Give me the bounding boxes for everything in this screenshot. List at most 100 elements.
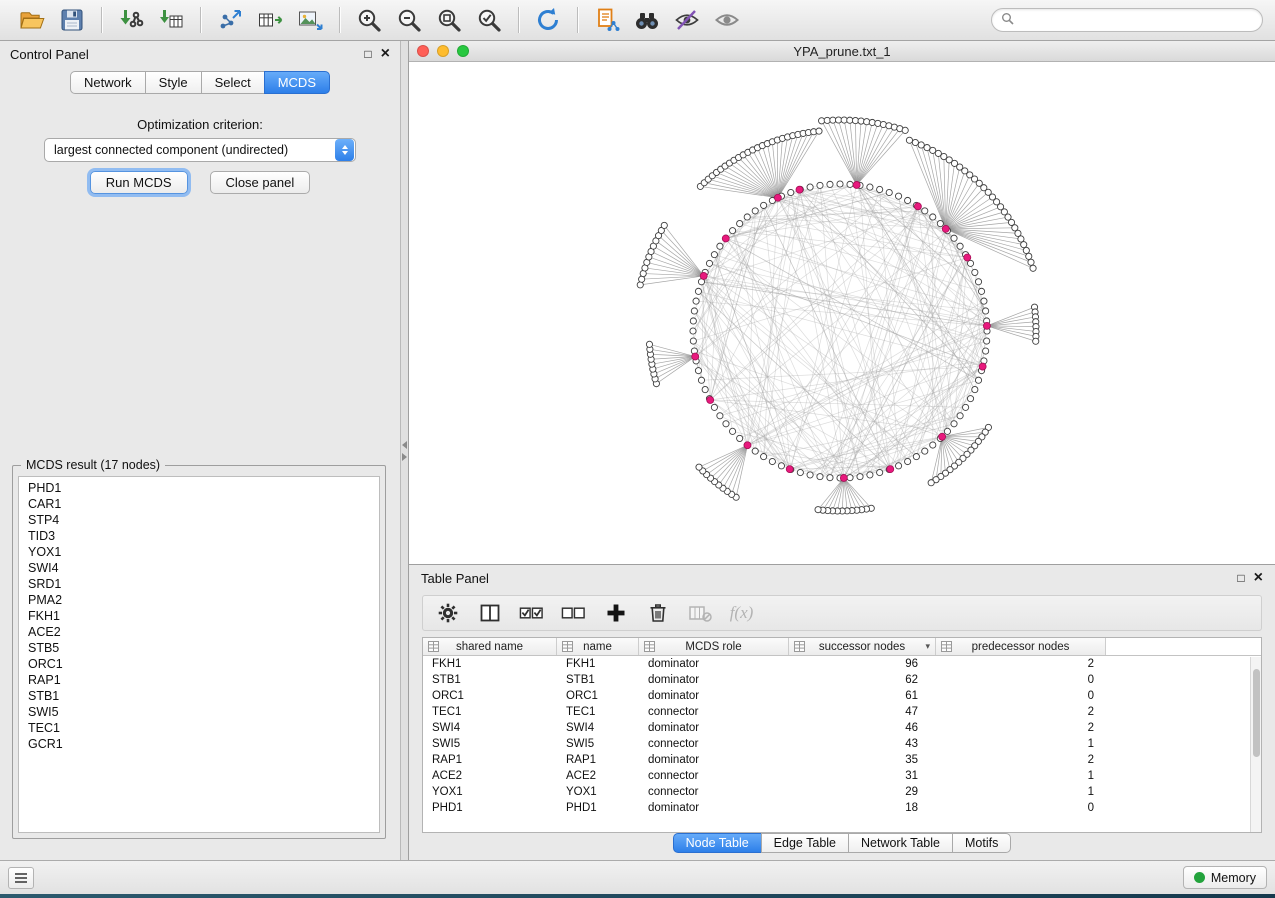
column-header-successor-nodes[interactable]: successor nodes▾ [789, 638, 936, 655]
mcds-node-item[interactable]: FKH1 [19, 608, 379, 624]
optimization-criterion-label: Optimization criterion: [0, 117, 400, 132]
mcds-node-item[interactable]: STB1 [19, 688, 379, 704]
table-cell: STB1 [557, 674, 639, 686]
close-panel-icon[interactable]: × [381, 46, 390, 62]
mcds-node-item[interactable]: STB5 [19, 640, 379, 656]
table-row[interactable]: SWI4SWI4dominator462 [423, 720, 1261, 736]
clone-network-icon[interactable] [591, 4, 623, 36]
zoom-out-icon[interactable] [393, 4, 425, 36]
table-scrollbar[interactable] [1250, 657, 1261, 832]
mcds-node-item[interactable]: SWI4 [19, 560, 379, 576]
zoom-fit-icon[interactable] [433, 4, 465, 36]
close-table-panel-icon[interactable]: × [1254, 570, 1263, 586]
import-table-icon[interactable] [155, 4, 187, 36]
mcds-node-item[interactable]: YOX1 [19, 544, 379, 560]
mcds-node-item[interactable]: CAR1 [19, 496, 379, 512]
tab-style[interactable]: Style [145, 71, 201, 94]
table-row[interactable]: YOX1YOX1connector291 [423, 784, 1261, 800]
table-row[interactable]: FKH1FKH1dominator962 [423, 656, 1261, 672]
find-network-icon[interactable] [631, 4, 663, 36]
export-table-icon[interactable] [254, 4, 286, 36]
table-row[interactable]: TEC1TEC1connector472 [423, 704, 1261, 720]
control-panel: Control Panel □ × NetworkStyleSelectMCDS… [0, 41, 400, 860]
splitter-collapse-icon[interactable] [402, 441, 407, 461]
search-icon [1001, 12, 1014, 28]
table-row[interactable]: RAP1RAP1dominator352 [423, 752, 1261, 768]
table-panel-header: Table Panel □ × [409, 565, 1275, 591]
criterion-dropdown[interactable]: largest connected component (undirected) [44, 138, 356, 162]
select-all-icon[interactable] [519, 601, 544, 626]
float-panel-icon[interactable]: □ [364, 48, 371, 60]
close-window-icon[interactable] [417, 45, 429, 57]
tab-mcds[interactable]: MCDS [264, 71, 330, 94]
search-field[interactable] [991, 8, 1263, 32]
mcds-node-item[interactable]: ACE2 [19, 624, 379, 640]
table-cell: 0 [936, 802, 1106, 814]
panel-menu-button[interactable] [8, 867, 34, 889]
add-column-icon[interactable] [603, 601, 628, 626]
mcds-node-item[interactable]: PHD1 [19, 480, 379, 496]
mcds-node-item[interactable]: TEC1 [19, 720, 379, 736]
table-row[interactable]: PHD1PHD1dominator180 [423, 800, 1261, 816]
panel-splitter[interactable] [400, 41, 409, 860]
refresh-layout-icon[interactable] [532, 4, 564, 36]
column-header-name[interactable]: name [557, 638, 639, 655]
show-graphics-icon[interactable] [711, 4, 743, 36]
tab-node-table[interactable]: Node Table [673, 833, 761, 853]
table-row[interactable]: ORC1ORC1dominator610 [423, 688, 1261, 704]
hide-columns-icon[interactable] [687, 601, 712, 626]
tab-network[interactable]: Network [70, 71, 145, 94]
tab-select[interactable]: Select [201, 71, 264, 94]
control-panel-header: Control Panel □ × [0, 41, 400, 67]
application-window: Control Panel □ × NetworkStyleSelectMCDS… [0, 0, 1275, 898]
zoom-in-icon[interactable] [353, 4, 385, 36]
mcds-node-item[interactable]: PMA2 [19, 592, 379, 608]
table-row[interactable]: STB1STB1dominator620 [423, 672, 1261, 688]
style-preview-icon[interactable] [671, 4, 703, 36]
float-table-panel-icon[interactable]: □ [1237, 572, 1244, 584]
table-cell: STB1 [423, 674, 557, 686]
column-selector-icon[interactable] [477, 601, 502, 626]
table-row[interactable]: ACE2ACE2connector311 [423, 768, 1261, 784]
network-titlebar[interactable]: YPA_prune.txt_1 [409, 41, 1275, 62]
export-image-icon[interactable] [294, 4, 326, 36]
delete-column-icon[interactable] [645, 601, 670, 626]
tab-motifs[interactable]: Motifs [952, 833, 1011, 853]
column-filter-arrow-icon[interactable]: ▾ [925, 641, 930, 652]
tab-network-table[interactable]: Network Table [848, 833, 952, 853]
mcds-node-item[interactable]: RAP1 [19, 672, 379, 688]
mcds-node-item[interactable]: SWI5 [19, 704, 379, 720]
table-row[interactable]: SWI5SWI5connector431 [423, 736, 1261, 752]
tab-edge-table[interactable]: Edge Table [761, 833, 848, 853]
memory-button[interactable]: Memory [1183, 866, 1267, 889]
import-network-icon[interactable] [115, 4, 147, 36]
network-canvas[interactable] [409, 62, 1275, 561]
deselect-all-icon[interactable] [561, 601, 586, 626]
settings-gear-icon[interactable] [435, 601, 460, 626]
table-panel-title: Table Panel [421, 571, 1228, 586]
column-header-predecessor-nodes[interactable]: predecessor nodes [936, 638, 1106, 655]
function-builder-icon[interactable]: f(x) [729, 601, 754, 626]
table-cell: RAP1 [557, 754, 639, 766]
maximize-window-icon[interactable] [457, 45, 469, 57]
close-panel-button[interactable]: Close panel [210, 171, 311, 194]
search-input[interactable] [1019, 13, 1253, 27]
save-icon[interactable] [56, 4, 88, 36]
mcds-node-item[interactable]: ORC1 [19, 656, 379, 672]
run-mcds-button[interactable]: Run MCDS [90, 171, 188, 194]
export-network-icon[interactable] [214, 4, 246, 36]
zoom-selected-icon[interactable] [473, 4, 505, 36]
table-cell: dominator [639, 722, 789, 734]
minimize-window-icon[interactable] [437, 45, 449, 57]
mcds-node-item[interactable]: STP4 [19, 512, 379, 528]
column-header-mcds-role[interactable]: MCDS role [639, 638, 789, 655]
mcds-node-item[interactable]: SRD1 [19, 576, 379, 592]
toolbar-separator [339, 7, 340, 33]
mcds-node-item[interactable]: GCR1 [19, 736, 379, 752]
scrollbar-thumb[interactable] [1253, 669, 1260, 757]
open-folder-icon[interactable] [16, 4, 48, 36]
table-cell: dominator [639, 674, 789, 686]
column-header-shared-name[interactable]: shared name [423, 638, 557, 655]
table-cell: FKH1 [423, 658, 557, 670]
mcds-node-item[interactable]: TID3 [19, 528, 379, 544]
